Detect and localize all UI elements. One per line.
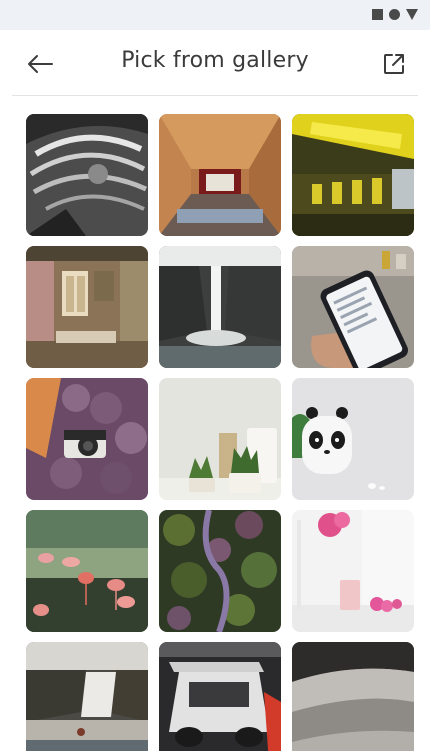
aerial-foliage-photo <box>159 510 281 632</box>
open-external-button[interactable] <box>378 48 410 80</box>
status-bar <box>0 0 430 30</box>
photo-tile[interactable] <box>159 510 281 632</box>
photo-tile[interactable] <box>292 510 414 632</box>
gray-fabric-photo <box>292 642 414 751</box>
panda-mug-photo <box>292 378 414 500</box>
photo-tile[interactable] <box>159 246 281 368</box>
page-title: Pick from gallery <box>121 48 309 73</box>
river-waterfall-photo <box>26 642 148 751</box>
photo-tile[interactable] <box>292 642 414 751</box>
photo-tile[interactable] <box>292 378 414 500</box>
photo-tile[interactable] <box>26 114 148 236</box>
photo-tile[interactable] <box>26 246 148 368</box>
app-bar: Pick from gallery <box>0 30 430 96</box>
photo-tile[interactable] <box>159 378 281 500</box>
yellow-lit-corridor-photo <box>292 114 414 236</box>
photo-tile[interactable] <box>26 642 148 751</box>
photo-tile[interactable] <box>159 642 281 751</box>
vintage-interior-room-photo <box>26 246 148 368</box>
triangle-icon <box>406 9 418 20</box>
photo-grid <box>26 114 414 751</box>
photo-tile[interactable] <box>159 114 281 236</box>
pink-flowers-vase-photo <box>292 510 414 632</box>
header-divider <box>12 95 418 96</box>
flamingos-photo <box>26 510 148 632</box>
waterfall-photo <box>159 246 281 368</box>
phone-in-hand-photo <box>292 246 414 368</box>
photo-tile[interactable] <box>292 246 414 368</box>
photo-tile[interactable] <box>26 378 148 500</box>
wooden-tunnel-room-photo <box>159 114 281 236</box>
square-icon <box>372 9 383 20</box>
photo-tile[interactable] <box>292 114 414 236</box>
status-icons <box>372 9 418 20</box>
potted-plants-photo <box>159 378 281 500</box>
camera-on-flowers-photo <box>26 378 148 500</box>
circle-icon <box>389 9 400 20</box>
open-external-icon <box>384 54 404 74</box>
sports-car-photo <box>159 642 281 751</box>
photo-tile[interactable] <box>26 510 148 632</box>
spiral-architecture-photo <box>26 114 148 236</box>
